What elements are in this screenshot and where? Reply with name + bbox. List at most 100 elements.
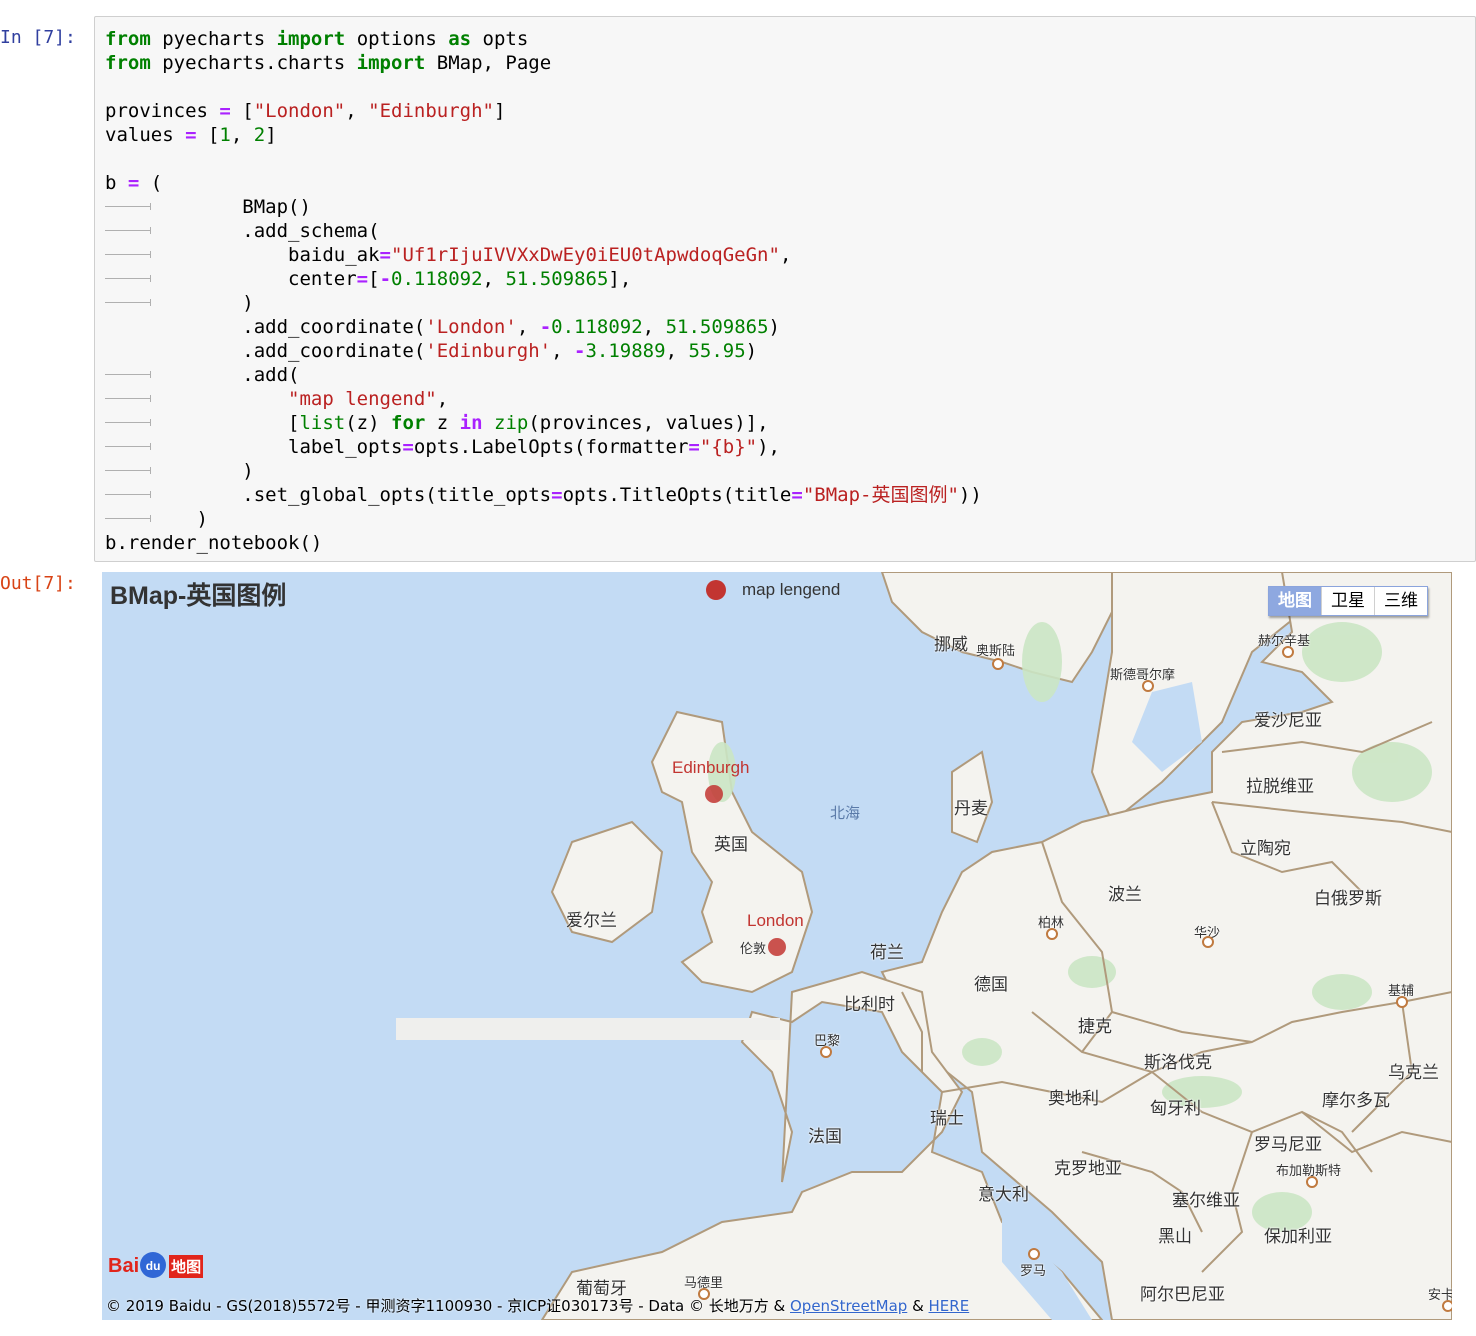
tab-indent-icon: [105, 419, 151, 426]
code-line: [list(z) for z in zip(provinces, values)…: [105, 411, 982, 435]
city-label-london: 伦敦: [740, 942, 767, 957]
code-token: 55.95: [688, 340, 746, 362]
country-label-norway: 挪威: [934, 635, 968, 655]
code-token: for: [391, 412, 426, 434]
country-label-estonia: 爱沙尼亚: [1254, 711, 1322, 731]
code-token: ),: [757, 436, 780, 458]
copyright-text: © 2019 Baidu - GS(2018)5572号 - 甲测资字11009…: [106, 1297, 790, 1315]
country-label-ireland: 爱尔兰: [566, 911, 617, 931]
map-type-switcher: 地图 卫星 三维: [1268, 586, 1428, 616]
code-token: [: [105, 412, 300, 434]
code-token: 2: [253, 124, 266, 146]
map-type-tab-map[interactable]: 地图: [1269, 587, 1321, 615]
tab-indent-icon: [105, 515, 151, 522]
country-label-belgium: 比利时: [844, 995, 895, 1015]
code-token: -: [539, 316, 552, 338]
city-marker-icon: [1282, 646, 1294, 658]
code-token: BMap, Page: [425, 52, 552, 74]
code-token: (provinces, values)],: [528, 412, 769, 434]
tab-indent-icon: [105, 299, 151, 306]
code-token: z: [425, 412, 460, 434]
legend-label: map lengend: [742, 580, 841, 599]
city-label-oslo: 奥斯陆: [976, 644, 1016, 659]
city-marker-icon: [1202, 936, 1214, 948]
code-token: "Uf1rIjuIVVXxDwEy0iEU0tApwdoqGeGn": [391, 244, 780, 266]
country-label-austria: 奥地利: [1048, 1089, 1099, 1109]
output-prompt: Out[7]:: [0, 573, 76, 594]
code-token: =: [127, 172, 140, 194]
country-label-italy: 意大利: [978, 1185, 1029, 1205]
code-line: center=[-0.118092, 51.509865],: [105, 267, 982, 291]
code-token: =: [688, 436, 700, 458]
code-token: =: [356, 268, 369, 290]
code-token: ): [745, 340, 758, 362]
code-line: values = [1, 2]: [105, 123, 982, 147]
code-token: opts.LabelOpts(formatter: [413, 436, 689, 458]
code-cell-editor[interactable]: from pyecharts import options as opts fro…: [94, 16, 1476, 562]
tab-indent-icon: [105, 371, 151, 378]
baidu-logo[interactable]: Bai du 地图: [108, 1252, 204, 1278]
point-marker-london[interactable]: [768, 938, 786, 956]
tab-indent-icon: [105, 275, 151, 282]
code-token: opts.TitleOpts(title: [562, 484, 792, 506]
code-token: baidu_ak: [105, 244, 380, 266]
code-token: ,: [779, 244, 792, 266]
bmap-output[interactable]: BMap-英国图例 map lengend 地图 卫星 三维 挪威 丹麦 英国 …: [102, 572, 1452, 1320]
country-label-poland: 波兰: [1108, 885, 1142, 905]
code-token: 51.509865: [665, 316, 769, 338]
code-token: .add_coordinate(: [105, 340, 426, 362]
code-line: BMap(): [105, 195, 982, 219]
code-token: in: [459, 412, 483, 434]
country-label-latvia: 拉脱维亚: [1246, 777, 1314, 797]
code-token: "{b}": [699, 436, 758, 458]
code-line: .set_global_opts(title_opts=opts.TitleOp…: [105, 483, 982, 507]
code-token: list: [299, 412, 346, 434]
code-token: -: [379, 268, 392, 290]
code-token: ,: [665, 340, 689, 362]
city-marker-icon: [820, 1046, 832, 1058]
tab-indent-icon: [105, 251, 151, 258]
code-token: [: [196, 124, 220, 146]
map-type-tab-3d[interactable]: 三维: [1374, 587, 1427, 615]
code-line: .add_schema(: [105, 219, 982, 243]
code-token: pyecharts: [150, 28, 277, 50]
country-label-lithuania: 立陶宛: [1240, 839, 1291, 859]
country-label-belarus: 白俄罗斯: [1314, 889, 1382, 909]
code-token: ,: [345, 100, 369, 122]
code-token: provinces: [105, 100, 220, 122]
map-copyright: © 2019 Baidu - GS(2018)5572号 - 甲测资字11009…: [106, 1295, 969, 1316]
code-token: [: [368, 268, 380, 290]
openstreetmap-link[interactable]: OpenStreetMap: [790, 1297, 907, 1315]
map-legend[interactable]: map lengend: [706, 580, 840, 600]
city-marker-icon: [1046, 928, 1058, 940]
city-label-stockholm: 斯德哥尔摩: [1110, 668, 1176, 683]
code-token: .add_coordinate(: [105, 316, 426, 338]
code-token: ): [105, 508, 208, 530]
input-prompt: In [7]:: [0, 27, 76, 48]
code-token: zip: [494, 412, 529, 434]
code-token: import: [276, 28, 346, 50]
code-token: ): [105, 292, 254, 314]
country-label-slovakia: 斯洛伐克: [1144, 1053, 1212, 1073]
point-label-london: London: [747, 911, 804, 930]
code-token: .set_global_opts(title_opts: [105, 484, 552, 506]
code-token: opts: [471, 28, 529, 50]
code-token: 51.509865: [505, 268, 609, 290]
code-token: 1: [219, 124, 231, 146]
tab-indent-icon: [105, 491, 151, 498]
country-label-croatia: 克罗地亚: [1054, 1159, 1122, 1179]
code-token: ): [768, 316, 780, 338]
country-label-uk: 英国: [714, 835, 748, 855]
code-line: .add_coordinate('Edinburgh', -3.19889, 5…: [105, 339, 982, 363]
country-label-montenegro: 黑山: [1158, 1227, 1192, 1247]
country-label-bulgaria: 保加利亚: [1264, 1227, 1332, 1247]
point-marker-edinburgh[interactable]: [705, 785, 723, 803]
map-type-tab-satellite[interactable]: 卫星: [1321, 587, 1374, 615]
code-token: ,: [482, 268, 506, 290]
code-token: ,: [642, 316, 666, 338]
here-link[interactable]: HERE: [929, 1297, 970, 1315]
code-token: pyecharts.charts: [150, 52, 357, 74]
code-token: "BMap-英国图例": [802, 484, 959, 506]
baidu-logo-ditu: 地图: [169, 1255, 204, 1278]
baidu-paw-icon: du: [140, 1252, 167, 1278]
